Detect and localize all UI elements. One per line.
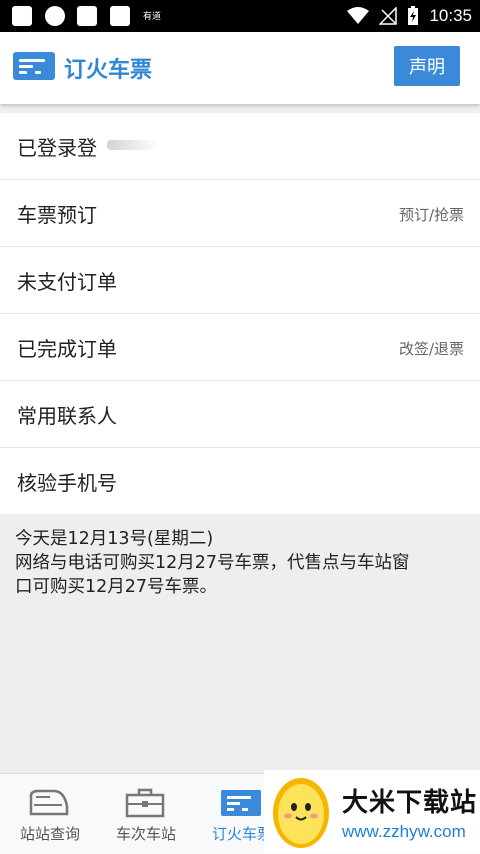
watermark-logo: 大米下载站 www.zzhyw.com [264,770,480,853]
watermark-url: www.zzhyw.com [342,822,466,841]
menu-item-label: 核验手机号 [17,471,117,495]
menu-item-verify-phone[interactable]: 核验手机号 [0,448,480,514]
battery-charging-icon [408,6,419,25]
tab-train-station[interactable]: 车次车站 [96,774,196,854]
train-icon [29,789,69,816]
circle-icon [45,6,65,26]
tab-label: 站站查询 [19,825,80,843]
notice-line: 网络与电话可购买12月27号车票，代售点与车站窗 [15,553,410,573]
tab-label: 车次车站 [115,825,176,843]
page-title: 订火车票 [64,58,153,83]
status-bar: 有道 10:35 [0,0,480,32]
notification-square-icon [12,6,32,26]
wifi-icon [347,7,370,24]
tab-station-query[interactable]: 站站查询 [0,774,100,854]
mascot-egg-icon [273,778,329,848]
notification-square-icon [77,6,97,26]
blurred-account-name [107,140,159,150]
sale-date-notice: 今天是12月13号(星期二) 网络与电话可购买12月27号车票，代售点与车站窗 … [15,527,470,599]
menu-item-label: 车票预订 [17,203,97,227]
status-time: 10:35 [429,6,472,25]
menu-item-label: 已登录登 [17,136,97,160]
watermark-name: 大米下载站 [342,788,478,818]
notice-line: 口可购买12月27号车票。 [15,577,218,597]
briefcase-icon [125,788,165,818]
menu-item-completed-orders[interactable]: 已完成订单 改签/退票 [0,314,480,381]
statement-button[interactable]: 声明 [394,46,460,86]
menu-item-unpaid-orders[interactable]: 未支付订单 [0,247,480,314]
menu-item-label: 常用联系人 [17,404,117,428]
ticket-logo-icon [13,52,55,80]
no-signal-icon [379,7,398,25]
notification-square-icon [110,6,130,26]
menu-item-label: 已完成订单 [17,337,117,361]
main-menu: 已登录登 车票预订 预订/抢票 未支付订单 已完成订单 改签/退票 常用联系人 … [0,113,480,514]
menu-item-ticket-booking[interactable]: 车票预订 预订/抢票 [0,180,480,247]
ticket-icon [221,790,261,816]
menu-item-hint: 改签/退票 [398,340,464,358]
menu-item-login[interactable]: 已登录登 [0,113,480,180]
app-header: 订火车票 声明 [0,32,480,104]
notice-line: 今天是12月13号(星期二) [15,529,214,549]
status-app-name: 有道 [143,12,162,22]
menu-item-label: 未支付订单 [17,270,117,294]
menu-item-contacts[interactable]: 常用联系人 [0,381,480,448]
menu-item-hint: 预订/抢票 [398,206,464,224]
